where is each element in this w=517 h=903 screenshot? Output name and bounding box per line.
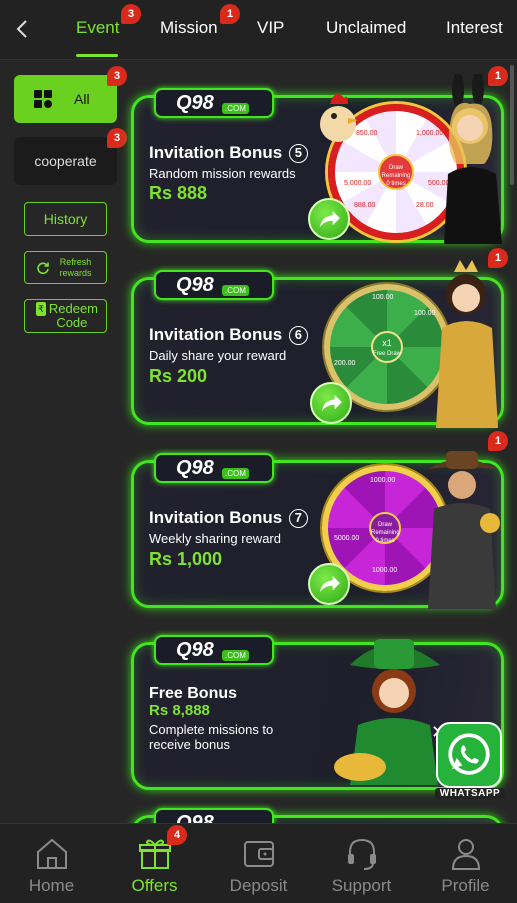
princess-illustration — [436, 260, 498, 428]
sidebar-item-label: cooperate — [34, 153, 97, 169]
whatsapp-label: WHATSAPP — [435, 788, 505, 799]
user-icon — [451, 839, 481, 870]
share-arrow-button[interactable] — [308, 198, 350, 240]
bottom-nav-offers[interactable]: Offers 4 — [103, 824, 206, 903]
wheel-center: Draw Remaining 0 times — [369, 512, 401, 544]
cowboy-illustration — [428, 451, 500, 609]
wheel-label: 100.00 — [372, 294, 394, 301]
bottom-nav-label: Support — [331, 876, 392, 895]
card-amount: Rs 200 — [149, 366, 208, 386]
sidebar-cooperate-badge: 3 — [107, 128, 127, 148]
card-subtitle: Random mission rewards — [149, 166, 296, 181]
bottom-nav: Home Offers 4 Deposit Support Profile — [0, 823, 517, 903]
bottom-nav-label: Profile — [441, 876, 490, 895]
bunny-girl-illustration — [444, 74, 502, 244]
card-title: Invitation Bonus 7 — [149, 508, 308, 528]
q98-logo: Q98 .COM — [154, 453, 274, 483]
tab-unclaimed[interactable]: Unclaimed — [326, 18, 406, 38]
tab-event[interactable]: Event — [76, 18, 119, 38]
scrollbar[interactable] — [510, 65, 514, 185]
tab-mission[interactable]: Mission — [160, 18, 218, 38]
whatsapp-icon — [448, 733, 490, 775]
history-label: History — [43, 211, 88, 227]
offers-badge: 4 — [167, 825, 187, 845]
refresh-icon — [36, 261, 49, 274]
share-icon — [319, 575, 340, 593]
card-subtitle: Weekly sharing reward — [149, 531, 281, 546]
redeem-label: Redeem Code — [48, 301, 98, 330]
bottom-nav-home[interactable]: Home — [0, 824, 103, 903]
wheel-label: 5,000.00 — [344, 180, 372, 187]
event-card-3[interactable]: Q98 .COM Invitation Bonus 7 Weekly sharin… — [131, 451, 504, 609]
sidebar-item-label: All — [74, 91, 90, 107]
event-card-1[interactable]: Q98 .COM Invitation Bonus 5 Random missio… — [131, 74, 504, 244]
card-subtitle: Complete missions to — [149, 722, 274, 737]
q98-logo: Q98 .COM — [154, 635, 274, 665]
bottom-nav-label: Deposit — [229, 876, 288, 895]
wheel-label: 1000.00 — [372, 567, 398, 574]
sidebar-item-all[interactable]: All — [14, 75, 117, 123]
wheel-label: 888.00 — [354, 202, 376, 209]
grid-icon — [34, 90, 52, 108]
share-icon — [319, 210, 340, 228]
card-subtitle: Daily share your reward — [149, 348, 287, 363]
q98-logo: Q98 .COM — [154, 88, 274, 118]
card-amount: Rs 888 — [149, 183, 208, 203]
card-title: Invitation Bonus 6 — [149, 325, 308, 345]
sidebar-item-cooperate[interactable]: cooperate — [14, 137, 117, 185]
card-1-badge: 1 — [488, 66, 508, 86]
tab-vip[interactable]: VIP — [257, 18, 284, 38]
wheel-center: x1 Free Draw — [371, 331, 403, 363]
wheel-label: 1000.00 — [370, 477, 396, 484]
wheel-label: 5000.00 — [334, 535, 360, 542]
home-icon — [37, 838, 67, 869]
whatsapp-button[interactable] — [436, 722, 502, 788]
sidebar-all-badge: 3 — [107, 66, 127, 86]
event-card-2[interactable]: Q98 .COM Invitation Bonus 6 Daily share y… — [131, 260, 504, 428]
headset-icon — [348, 838, 376, 870]
redeem-code-button[interactable]: ₹ Redeem Code — [24, 299, 107, 333]
back-arrow-icon[interactable] — [10, 16, 36, 42]
active-tab-indicator — [76, 54, 118, 57]
bottom-nav-profile[interactable]: Profile — [414, 824, 517, 903]
wheel-label: 28.00 — [416, 202, 434, 209]
share-icon — [321, 394, 342, 412]
tab-mission-badge: 1 — [220, 4, 240, 24]
history-button[interactable]: History — [24, 202, 107, 236]
card-title: Free Bonus — [149, 685, 238, 702]
card-3-badge: 1 — [488, 431, 508, 451]
ticket-icon: ₹ — [36, 302, 46, 316]
share-arrow-button[interactable] — [308, 563, 350, 605]
card-title: Invitation Bonus 5 — [149, 143, 308, 163]
wheel-label: 200.00 — [334, 360, 356, 367]
refresh-label: Refresh rewards — [59, 256, 92, 278]
q98-logo: Q98 .COM — [154, 270, 274, 300]
card-subtitle-line-2: receive bonus — [149, 737, 230, 752]
rooster-icon — [320, 94, 358, 142]
refresh-rewards-button[interactable]: Refresh rewards — [24, 251, 107, 284]
tab-event-badge: 3 — [121, 4, 141, 24]
bottom-nav-deposit[interactable]: Deposit — [207, 824, 310, 903]
wallet-icon — [244, 841, 274, 867]
tab-interest[interactable]: Interest — [446, 18, 503, 38]
wheel-center: Draw Remaining 0 times — [378, 154, 414, 190]
bottom-nav-label: Home — [28, 876, 75, 895]
top-nav: Event 3 Mission 1 VIP Unclaimed Interest — [0, 0, 517, 60]
bottom-nav-label: Offers — [131, 876, 178, 895]
card-amount: Rs 1,000 — [149, 549, 223, 569]
card-2-badge: 1 — [488, 248, 508, 268]
card-amount: Rs 8,888 — [149, 702, 210, 719]
bottom-nav-support[interactable]: Support — [310, 824, 413, 903]
share-arrow-button[interactable] — [310, 382, 352, 424]
